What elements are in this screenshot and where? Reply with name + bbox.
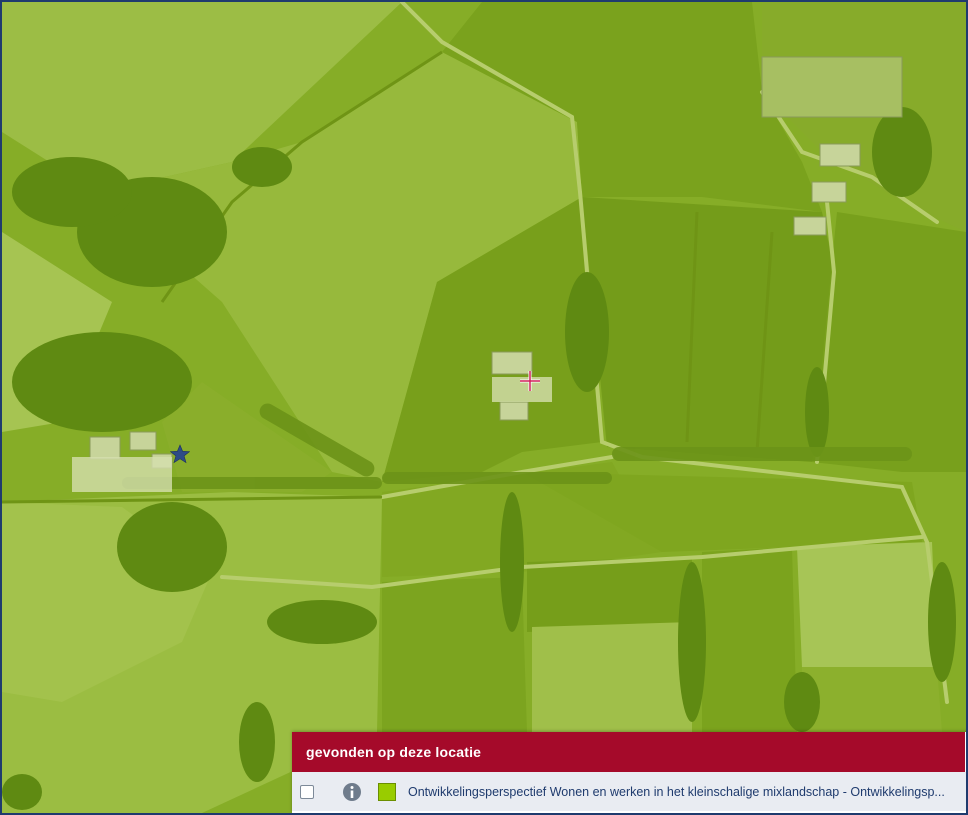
legend-swatch: [378, 782, 396, 801]
map-canvas[interactable]: [2, 2, 966, 813]
info-icon[interactable]: [342, 782, 362, 802]
layer-checkbox[interactable]: [300, 784, 314, 799]
info-panel: gevonden op deze locatie Ontwikkelingspe…: [292, 732, 966, 813]
star-icon[interactable]: [170, 444, 190, 464]
crosshair-icon: [520, 371, 540, 391]
map-frame: gevonden op deze locatie Ontwikkelingspe…: [0, 0, 968, 815]
panel-title: gevonden op deze locatie: [292, 732, 966, 772]
result-row[interactable]: Ontwikkelingsperspectief Wonen en werken…: [292, 772, 966, 811]
layer-label[interactable]: Ontwikkelingsperspectief Wonen en werken…: [408, 785, 966, 799]
